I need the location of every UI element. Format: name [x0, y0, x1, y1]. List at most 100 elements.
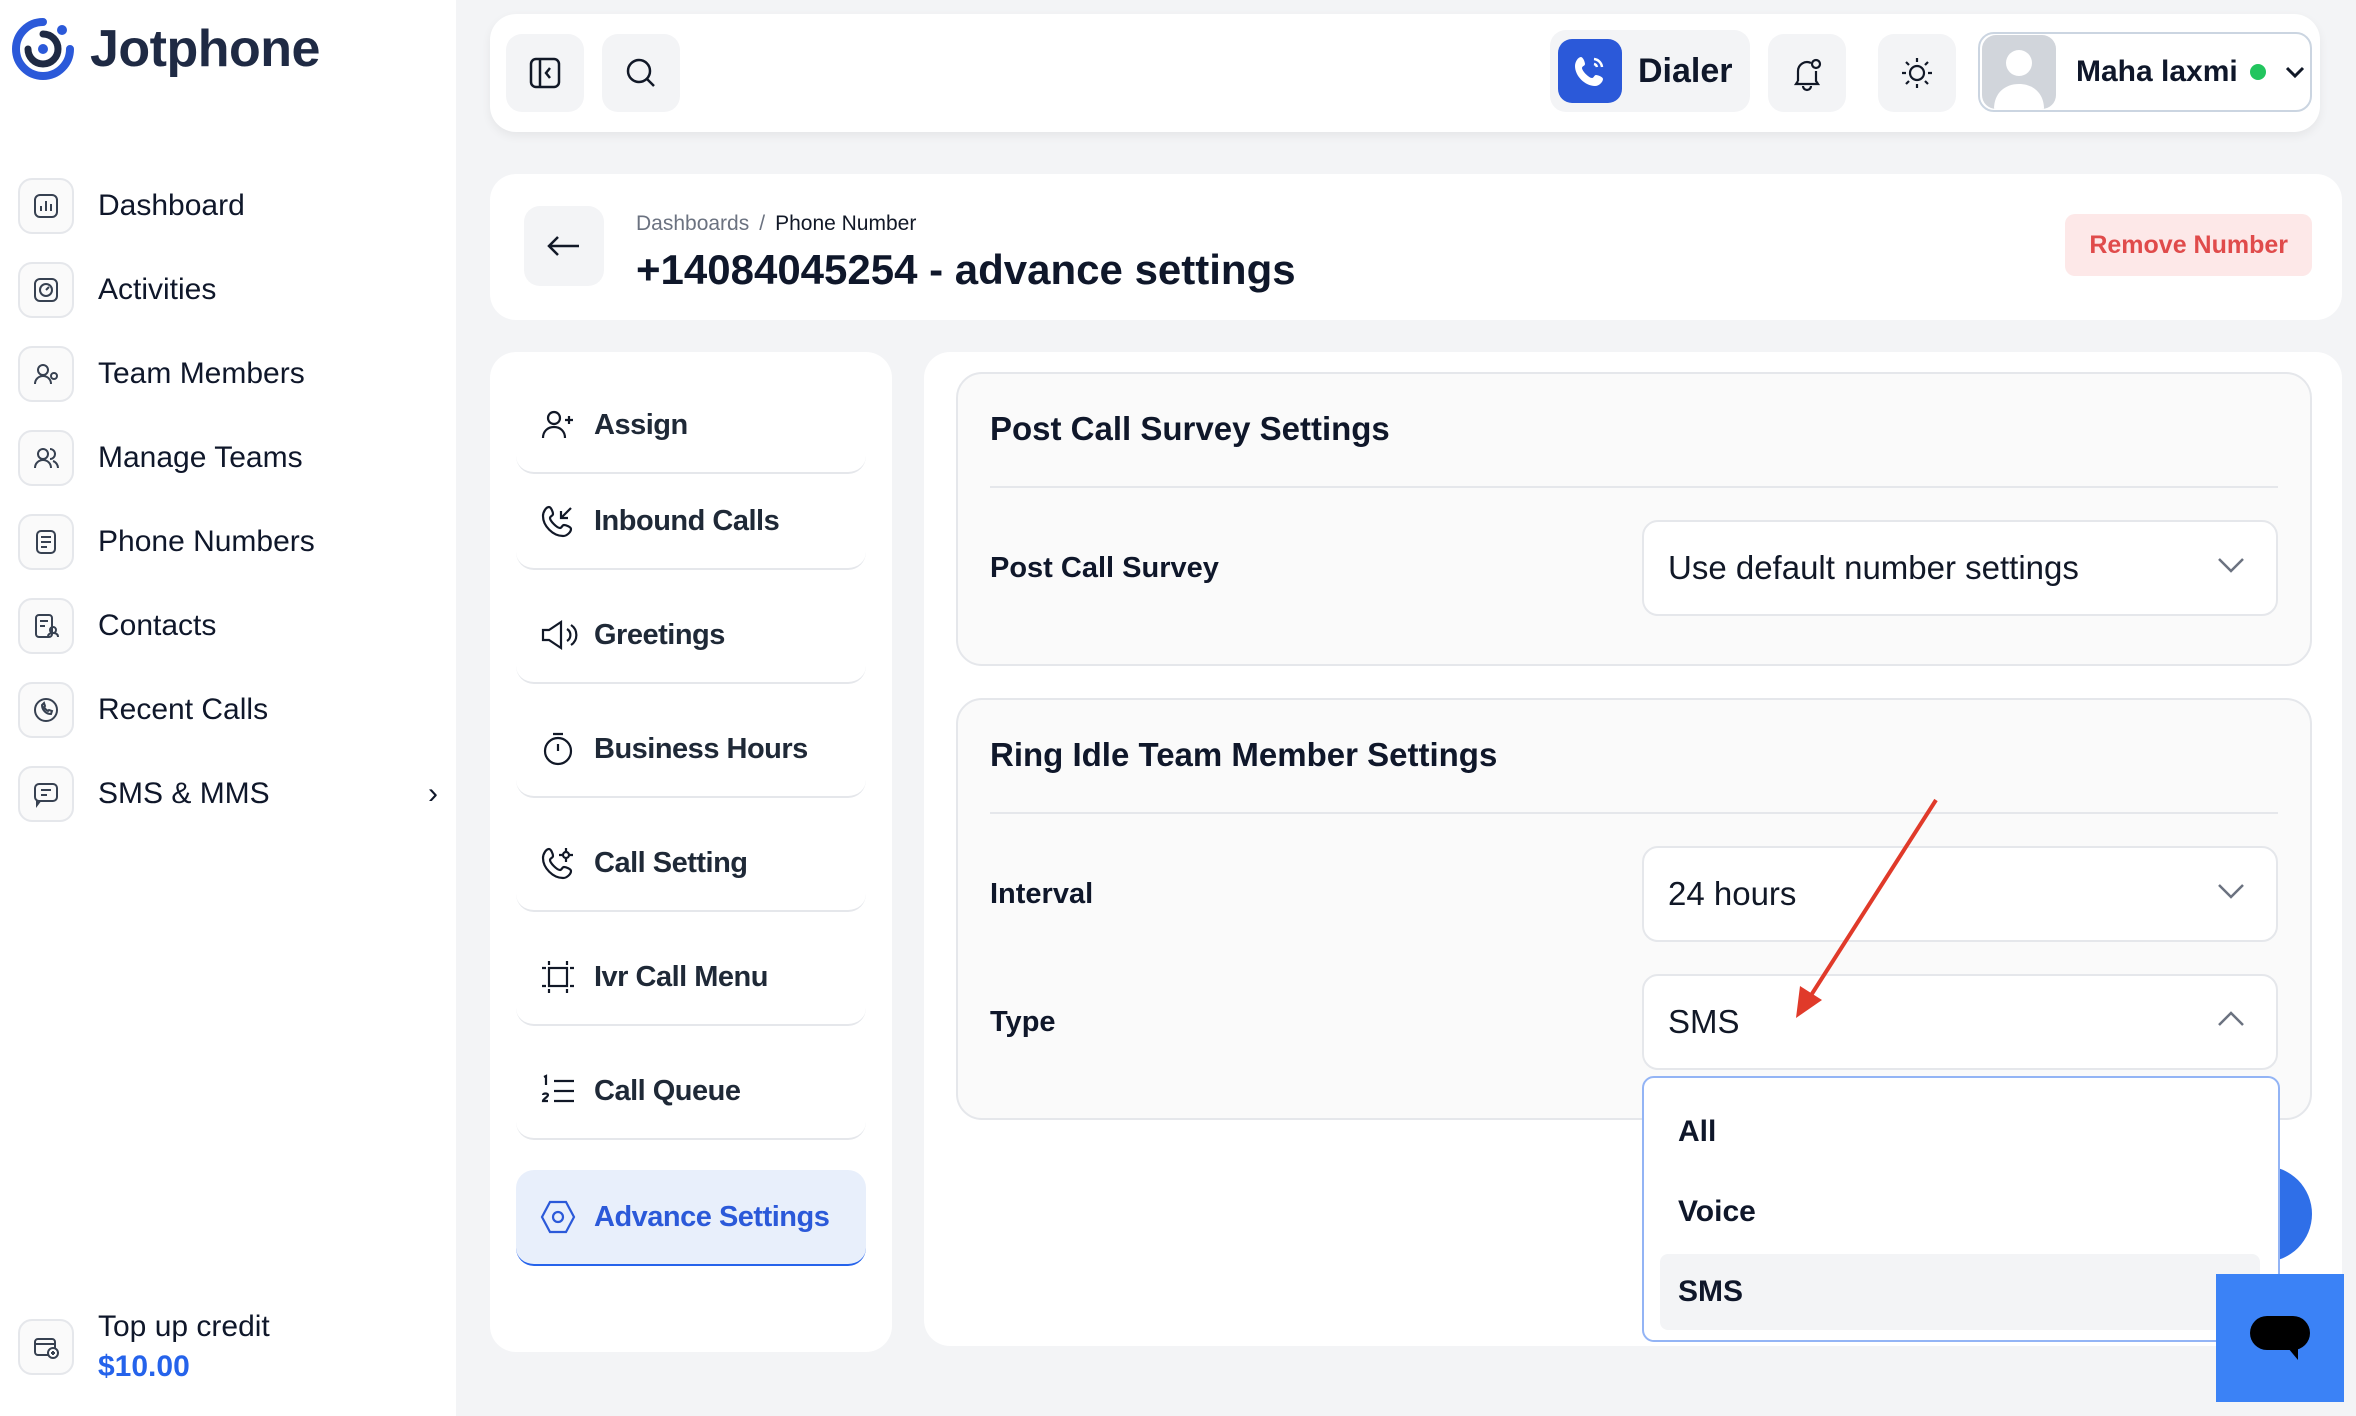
section-title: Post Call Survey Settings [990, 410, 1390, 447]
sidebar-item-label: Manage Teams [98, 441, 303, 474]
type-select[interactable]: SMS [1642, 974, 2278, 1070]
phone-numbers-icon [18, 514, 74, 570]
sidebar-item-label: SMS & MMS [98, 777, 270, 810]
topup-text: Top up credit $10.00 [98, 1310, 270, 1384]
recent-calls-icon [18, 682, 74, 738]
sidebar-toggle-icon [529, 57, 561, 89]
phone-settings-icon [541, 847, 573, 880]
interval-label: Interval [990, 878, 1094, 910]
menu-item-call-setting[interactable]: Call Setting [516, 816, 866, 912]
contacts-icon [18, 598, 74, 654]
sun-icon [1902, 58, 1932, 88]
search-button[interactable] [602, 34, 680, 112]
sidebar-item-label: Contacts [98, 609, 217, 642]
settings-menu: Assign Inbound Calls Greetings Business … [490, 352, 892, 1352]
menu-item-advance-settings[interactable]: Advance Settings [516, 1170, 866, 1266]
inbound-call-icon [541, 505, 573, 538]
avatar [1982, 35, 2056, 109]
menu-item-call-queue[interactable]: Call Queue [516, 1044, 866, 1140]
toggle-sidebar-button[interactable] [506, 34, 584, 112]
sidebar-nav: Dashboard Activities Team Members Manage… [18, 164, 438, 836]
menu-label: Inbound Calls [594, 504, 780, 537]
sidebar-item-dashboard[interactable]: Dashboard [18, 164, 438, 248]
menu-label: Call Queue [594, 1074, 741, 1107]
type-option-sms[interactable]: SMS [1660, 1254, 2260, 1330]
numbered-list-icon [541, 1074, 574, 1103]
sidebar-item-team-members[interactable]: Team Members [18, 332, 438, 416]
chart-icon [18, 178, 74, 234]
megaphone-icon [541, 619, 578, 651]
select-value: SMS [1668, 1003, 1740, 1040]
wallet-icon [18, 1319, 74, 1375]
ring-idle-section: Ring Idle Team Member Settings Interval … [956, 698, 2312, 1120]
type-option-all[interactable]: All [1660, 1094, 2260, 1170]
menu-item-business-hours[interactable]: Business Hours [516, 702, 866, 798]
chevron-down-icon [2285, 66, 2304, 79]
chevron-down-icon [2218, 884, 2244, 899]
menu-item-inbound-calls[interactable]: Inbound Calls [516, 474, 866, 570]
type-label: Type [990, 1006, 1056, 1038]
menu-item-ivr-call-menu[interactable]: Ivr Call Menu [516, 930, 866, 1026]
page-header: Dashboards / Phone Number +14084045254 -… [490, 174, 2342, 320]
dialer-label: Dialer [1638, 51, 1733, 90]
menu-item-greetings[interactable]: Greetings [516, 588, 866, 684]
sidebar-item-recent-calls[interactable]: Recent Calls [18, 668, 438, 752]
dialer-button[interactable]: Dialer [1550, 30, 1750, 112]
sidebar-item-manage-teams[interactable]: Manage Teams [18, 416, 438, 500]
bell-icon [1793, 58, 1822, 92]
sidebar-item-activities[interactable]: Activities [18, 248, 438, 332]
breadcrumb-phone-number: Phone Number [775, 212, 917, 235]
topup-credit[interactable]: Top up credit $10.00 [18, 1310, 270, 1384]
menu-label: Greetings [594, 618, 725, 651]
section-title: Ring Idle Team Member Settings [990, 736, 1498, 773]
sms-icon [18, 766, 74, 822]
menu-label: Call Setting [594, 846, 748, 879]
topup-balance: $10.00 [98, 1350, 190, 1383]
sidebar-item-label: Team Members [98, 357, 305, 390]
online-status-dot [2249, 64, 2266, 80]
post-call-survey-select[interactable]: Use default number settings [1642, 520, 2278, 616]
sidebar-item-label: Phone Numbers [98, 525, 315, 558]
user-plus-icon [541, 410, 573, 439]
brand-logo[interactable]: Jotphone [10, 16, 320, 82]
menu-label: Advance Settings [594, 1200, 830, 1233]
brand-name: Jotphone [90, 20, 320, 78]
menu-label: Ivr Call Menu [594, 960, 769, 993]
type-option-voice[interactable]: Voice [1660, 1174, 2260, 1250]
jotphone-logo-icon [12, 18, 74, 80]
manage-teams-icon [18, 430, 74, 486]
sidebar-item-label: Dashboard [98, 189, 245, 222]
menu-item-assign[interactable]: Assign [516, 378, 866, 474]
select-value: Use default number settings [1668, 549, 2079, 586]
team-members-icon [18, 346, 74, 402]
chevron-down-icon [2218, 558, 2244, 573]
phone-icon [1558, 39, 1622, 103]
breadcrumb-separator: / [759, 212, 766, 235]
post-call-survey-label: Post Call Survey [990, 552, 1219, 584]
breadcrumb: Dashboards / Phone Number [636, 212, 916, 236]
interval-select[interactable]: 24 hours [1642, 846, 2278, 942]
user-menu[interactable]: Maha laxmi [1978, 32, 2312, 112]
search-icon [626, 58, 655, 87]
sidebar-item-label: Recent Calls [98, 693, 269, 726]
sidebar-item-phone-numbers[interactable]: Phone Numbers [18, 500, 438, 584]
stopwatch-icon [543, 732, 573, 766]
type-dropdown-list: All Voice SMS [1642, 1076, 2280, 1342]
sidebar-item-contacts[interactable]: Contacts [18, 584, 438, 668]
remove-number-button[interactable]: Remove Number [2065, 214, 2312, 276]
hexagon-settings-icon [540, 1200, 576, 1234]
post-call-survey-section: Post Call Survey Settings Post Call Surv… [956, 372, 2312, 666]
back-button[interactable] [524, 206, 604, 286]
arrow-left-icon [547, 236, 579, 256]
user-name: Maha laxmi [2076, 55, 2238, 88]
divider [990, 812, 2278, 814]
top-bar: Dialer Maha laxmi [490, 14, 2320, 132]
sidebar-item-label: Activities [98, 273, 217, 306]
notifications-button[interactable] [1768, 34, 1846, 112]
breadcrumb-dashboards[interactable]: Dashboards [636, 212, 749, 236]
chat-widget-button[interactable] [2216, 1274, 2344, 1402]
theme-toggle-button[interactable] [1878, 34, 1956, 112]
sidebar: Jotphone Dashboard Activities Team Membe… [0, 0, 456, 1416]
menu-label: Assign [594, 408, 688, 441]
sidebar-item-sms-mms[interactable]: SMS & MMS › [18, 752, 438, 836]
